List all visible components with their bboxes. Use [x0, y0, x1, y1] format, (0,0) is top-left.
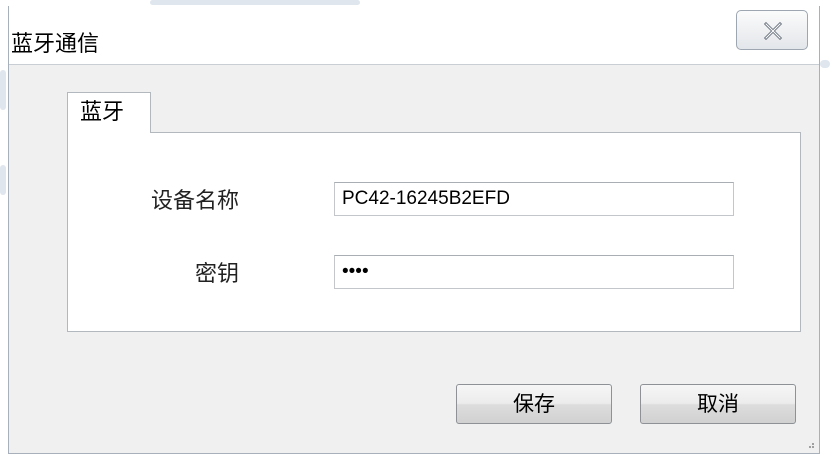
bluetooth-dialog: 蓝牙通信 蓝牙 设备名称 密钥 保存 取消 — [8, 6, 820, 454]
key-label: 密钥 — [195, 262, 240, 287]
cancel-button[interactable]: 取消 — [640, 384, 796, 424]
background-streak — [0, 70, 6, 110]
background-streak — [820, 60, 830, 68]
device-name-input[interactable] — [334, 182, 734, 216]
resize-grip-icon[interactable] — [805, 439, 815, 449]
window-title: 蓝牙通信 — [11, 32, 100, 57]
device-name-label: 设备名称 — [151, 189, 240, 214]
tab-label: 蓝牙 — [80, 100, 125, 125]
close-icon — [763, 21, 783, 41]
tab-bluetooth[interactable]: 蓝牙 — [67, 92, 151, 133]
background-streak — [0, 165, 6, 195]
save-button[interactable]: 保存 — [456, 384, 612, 424]
background-streak — [150, 0, 360, 5]
close-button[interactable] — [736, 10, 808, 50]
tab-panel-bluetooth: 设备名称 密钥 — [67, 132, 801, 332]
key-input[interactable] — [334, 255, 734, 289]
title-bar: 蓝牙通信 — [9, 6, 819, 65]
